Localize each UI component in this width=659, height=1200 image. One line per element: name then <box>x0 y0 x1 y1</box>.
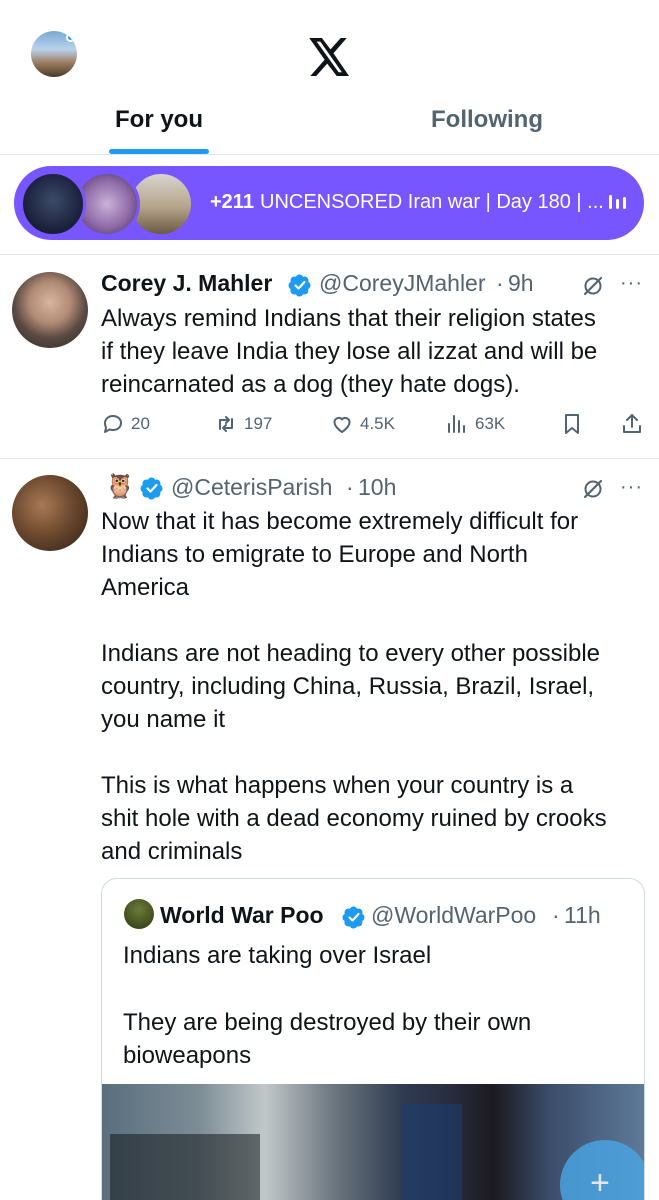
divider <box>0 254 659 255</box>
verified-badge-icon <box>140 477 163 500</box>
live-space-bar[interactable]: +211 UNCENSORED Iran war | Day 180 | ... <box>14 166 644 240</box>
media-detail <box>402 1104 462 1200</box>
author-avatar[interactable] <box>12 475 88 551</box>
quoted-author-avatar <box>124 899 154 929</box>
like-count: 4.5K <box>360 414 395 433</box>
quoted-tweet-time: 11h <box>564 902 601 928</box>
author-name[interactable]: 🦉 <box>105 472 135 501</box>
dot-separator: · <box>346 474 354 500</box>
heart-icon <box>333 416 351 433</box>
more-options-icon[interactable]: ··· <box>620 476 643 499</box>
quoted-tweet-media[interactable]: + <box>102 1084 644 1200</box>
media-detail <box>110 1134 260 1200</box>
bookmark-icon <box>565 414 579 434</box>
share-icon <box>623 414 641 433</box>
grok-icon[interactable] <box>582 275 604 297</box>
space-title: UNCENSORED Iran war | Day 180 | ... <box>260 191 602 213</box>
space-listener-count: +211 <box>210 191 254 213</box>
tweet-text: Always remind Indians that their religio… <box>101 305 598 398</box>
verified-badge-icon <box>288 274 311 297</box>
repost-icon <box>219 416 233 432</box>
tweet-time[interactable]: 10h <box>358 474 396 501</box>
author-avatar[interactable] <box>12 272 88 348</box>
repost-count: 197 <box>244 414 273 433</box>
grok-icon[interactable] <box>582 478 604 500</box>
tweet-text: Now that it has become extremely difficu… <box>101 508 607 865</box>
share-button[interactable] <box>620 412 644 436</box>
views-icon <box>448 415 465 433</box>
quoted-tweet[interactable]: World War Poo @WorldWarPoo · 11h Indians… <box>101 878 645 1200</box>
compose-button[interactable]: + <box>560 1140 644 1200</box>
reply-icon <box>104 415 122 433</box>
plus-icon: + <box>590 1164 610 1200</box>
reply-count: 20 <box>131 414 150 433</box>
tweet-time[interactable]: 9h <box>508 270 534 297</box>
more-options-icon[interactable]: ··· <box>620 272 643 295</box>
dot-separator: · <box>552 902 560 928</box>
repost-button[interactable]: 197 <box>214 412 272 436</box>
top-header: For you Following <box>0 0 659 155</box>
profile-avatar[interactable] <box>31 31 77 77</box>
like-button[interactable]: 4.5K <box>330 412 395 436</box>
views-button[interactable]: 63K <box>445 412 505 436</box>
bookmark-button[interactable] <box>560 412 584 436</box>
x-logo-icon[interactable] <box>308 38 352 76</box>
quoted-tweet-text: Indians are taking over Israel They are … <box>123 942 532 1069</box>
quoted-author-handle: @WorldWarPoo <box>371 902 537 928</box>
views-count: 63K <box>475 414 506 433</box>
quoted-author-name: World War Poo <box>160 902 324 928</box>
space-host-avatar <box>20 171 86 237</box>
verified-badge-icon <box>342 906 365 929</box>
tab-following[interactable]: Following <box>431 106 543 134</box>
notification-dot <box>66 33 75 42</box>
author-handle[interactable]: @CoreyJMahler <box>319 270 486 297</box>
author-name[interactable]: Corey J. Mahler <box>101 270 272 297</box>
audio-wave-icon <box>609 195 626 209</box>
reply-button[interactable]: 20 <box>101 412 150 436</box>
dot-separator: · <box>496 270 504 296</box>
tab-for-you[interactable]: For you <box>115 106 203 134</box>
divider <box>0 458 659 459</box>
author-handle[interactable]: @CeterisParish <box>171 474 332 501</box>
active-tab-indicator <box>109 149 209 154</box>
